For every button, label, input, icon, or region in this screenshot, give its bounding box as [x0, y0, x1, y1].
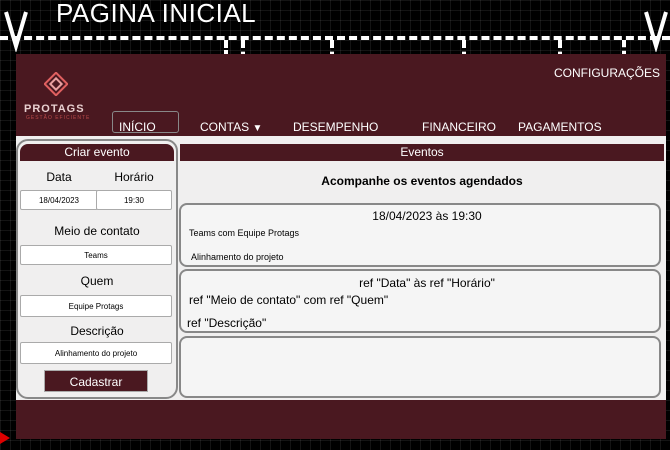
event-description: Alinhamento do projeto — [191, 252, 284, 262]
event-datetime-template: ref "Data" às ref "Horário" — [359, 276, 495, 290]
date-label: Data — [46, 170, 72, 184]
footer — [16, 400, 666, 439]
event-card-empty[interactable] — [179, 336, 661, 398]
nav-financeiro[interactable]: FINANCEIRO — [422, 120, 496, 134]
nav-contas-label: CONTAS — [200, 120, 250, 134]
date-input[interactable]: 18/04/2023 — [20, 190, 98, 210]
event-contact-template: ref "Meio de contato" com ref "Quem" — [189, 293, 389, 307]
time-input[interactable]: 19:30 — [96, 190, 172, 210]
nav-configuracoes[interactable]: CONFIGURAÇÕES — [554, 66, 660, 80]
nav-inicio[interactable]: INÍCIO — [112, 111, 179, 134]
caret-down-icon: ▼ — [252, 123, 263, 134]
time-label: Horário — [114, 170, 154, 184]
contact-method-input[interactable]: Teams — [20, 245, 172, 265]
brand-tagline: GESTÃO EFICIENTE — [26, 115, 91, 121]
who-label: Quem — [80, 274, 114, 288]
who-input[interactable]: Equipe Protags — [20, 295, 172, 317]
nav-pagamentos[interactable]: PAGAMENTOS — [518, 120, 602, 134]
description-input[interactable]: Alinhamento do projeto — [20, 342, 172, 364]
nav-contas[interactable]: CONTAS ▼ — [200, 120, 262, 134]
events-subtitle: Acompanhe os eventos agendados — [321, 174, 523, 188]
events-title: Eventos — [180, 144, 664, 161]
nav-desempenho[interactable]: DESEMPENHO — [293, 120, 378, 134]
page-title: PAGINA INICIAL — [56, 0, 257, 28]
annotation-dashed-line — [0, 36, 670, 40]
description-label: Descrição — [70, 324, 124, 338]
logo-icon — [44, 72, 68, 96]
submit-button[interactable]: Cadastrar — [44, 370, 148, 392]
event-contact: Teams com Equipe Protags — [189, 228, 300, 238]
nav-inicio-label: INÍCIO — [119, 120, 156, 134]
contact-method-label: Meio de contato — [54, 224, 140, 238]
create-event-title: Criar evento — [20, 144, 174, 161]
event-datetime: 18/04/2023 às 19:30 — [372, 209, 482, 223]
brand-name: PROTAGS — [24, 103, 85, 115]
chevron-down-icon — [644, 11, 668, 52]
event-description-template: ref "Descrição" — [187, 316, 267, 330]
chevron-down-icon — [4, 11, 28, 52]
arrow-right-icon — [0, 432, 10, 444]
